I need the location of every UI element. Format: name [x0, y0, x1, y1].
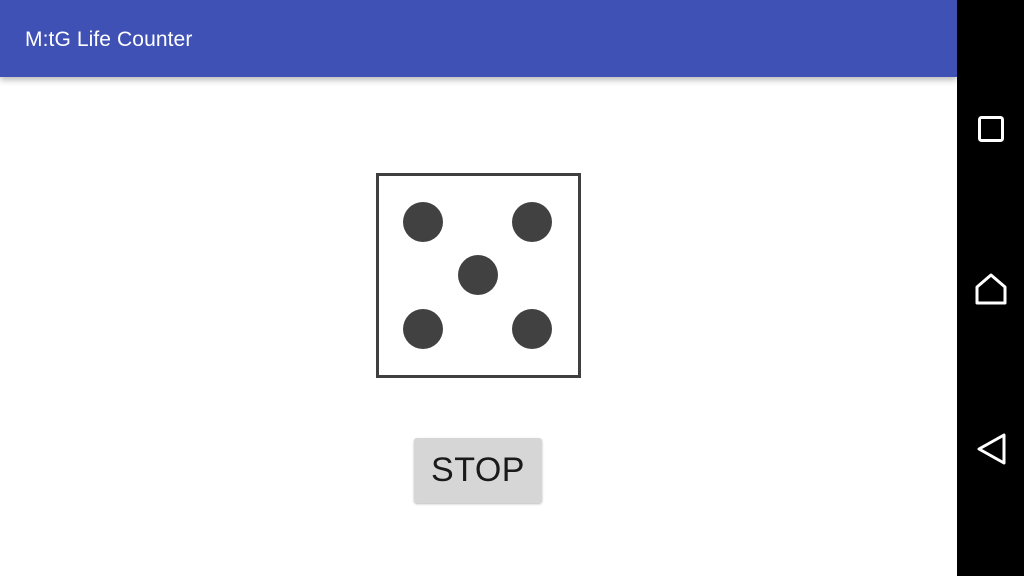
- die-pip: [512, 202, 552, 242]
- home-icon: [975, 273, 1006, 304]
- die-pip: [512, 309, 552, 349]
- main-content: STOP: [0, 77, 957, 576]
- die-pip: [458, 255, 498, 295]
- app-window: M:tG Life Counter STOP: [0, 0, 957, 576]
- back-triangle-icon: [977, 433, 1005, 464]
- die-pip: [403, 309, 443, 349]
- stop-button[interactable]: STOP: [414, 438, 542, 503]
- app-bar: M:tG Life Counter: [0, 0, 957, 77]
- recents-button[interactable]: [957, 95, 1024, 162]
- home-button[interactable]: [957, 255, 1024, 322]
- die-face[interactable]: [376, 173, 581, 378]
- die-pip: [403, 202, 443, 242]
- system-navigation-bar: [957, 0, 1024, 576]
- app-title: M:tG Life Counter: [25, 28, 193, 51]
- square-recents-icon: [977, 115, 1004, 142]
- back-button[interactable]: [957, 415, 1024, 482]
